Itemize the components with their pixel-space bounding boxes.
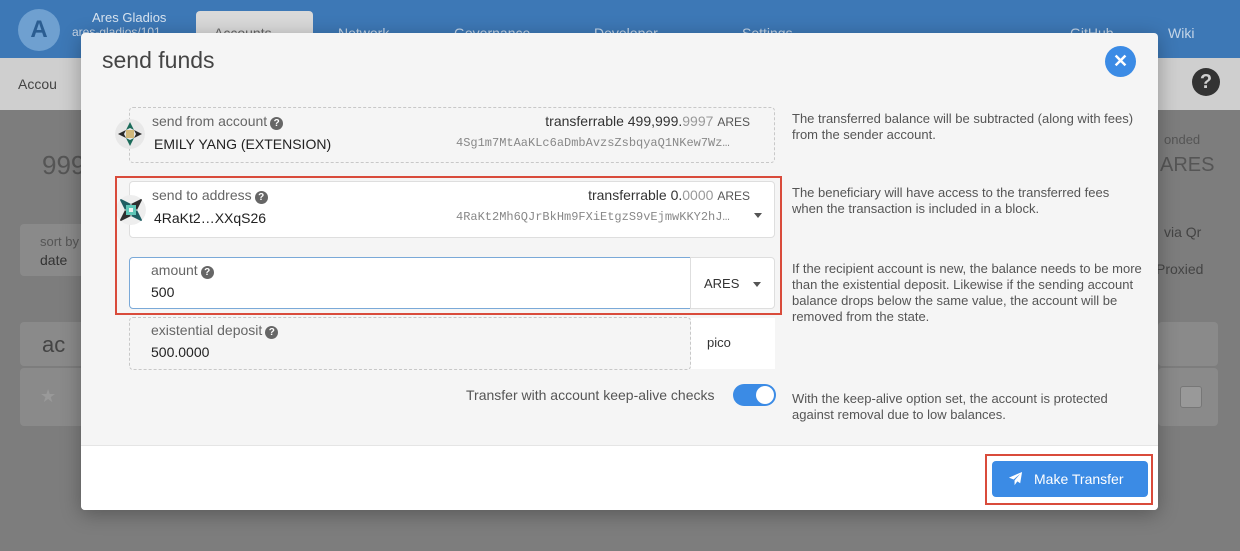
nav-link-wiki[interactable]: Wiki bbox=[1150, 11, 1212, 58]
chain-name: Ares Gladios bbox=[92, 10, 167, 25]
app-logo[interactable]: A bbox=[18, 9, 60, 51]
bg-proxied[interactable]: Proxied bbox=[1156, 261, 1203, 277]
toggle-knob bbox=[756, 386, 774, 404]
help-text-amount: If the recipient account is new, the bal… bbox=[792, 261, 1142, 324]
existential-deposit-label: existential deposit? bbox=[151, 322, 279, 339]
bg-right-card bbox=[1158, 322, 1218, 366]
keep-alive-label: Transfer with account keep-alive checks bbox=[466, 387, 715, 403]
highlight-recipient-amount bbox=[115, 176, 782, 315]
make-transfer-label: Make Transfer bbox=[1034, 471, 1124, 487]
bg-bonded-label: onded bbox=[1164, 132, 1201, 147]
help-text-from: The transferred balance will be subtract… bbox=[792, 111, 1134, 142]
help-question-icon[interactable]: ? bbox=[265, 326, 279, 339]
row-menu-chevron-icon[interactable] bbox=[1180, 386, 1202, 408]
star-icon[interactable]: ★ bbox=[40, 386, 56, 407]
bg-right-row bbox=[1158, 368, 1218, 426]
help-question-icon[interactable]: ? bbox=[270, 117, 284, 130]
keep-alive-toggle[interactable] bbox=[733, 384, 776, 406]
existential-deposit-value: 500.0000 bbox=[151, 344, 210, 360]
close-icon[interactable]: ✕ bbox=[1105, 46, 1136, 77]
existential-unit-value: pico bbox=[707, 335, 731, 350]
send-from-label: send from account? bbox=[152, 113, 284, 130]
send-from-field[interactable]: send from account? transferrable 499,999… bbox=[129, 107, 775, 163]
help-icon[interactable]: ? bbox=[1192, 68, 1220, 96]
existential-deposit-field: existential deposit? 500.0000 bbox=[129, 317, 691, 370]
bg-sort-value: date bbox=[40, 252, 68, 268]
help-text-to: The beneficiary will have access to the … bbox=[792, 185, 1110, 216]
bg-sort-label: sort by bbox=[40, 234, 80, 249]
send-from-account-name: EMILY YANG (EXTENSION) bbox=[154, 136, 332, 152]
make-transfer-button[interactable]: Make Transfer bbox=[992, 461, 1148, 497]
bg-total-balance: 999 bbox=[42, 150, 86, 180]
send-from-address: 4Sg1m7MtAaKLc6aDmbAvzsZsbqyaQ1NKew7Wz… bbox=[456, 136, 730, 150]
help-text-keep-alive: With the keep-alive option set, the acco… bbox=[792, 391, 1108, 422]
send-funds-modal: send funds ✕ send from account? transfer… bbox=[81, 33, 1158, 510]
paper-plane-icon bbox=[1008, 471, 1023, 489]
bg-bonded-unit: ARES bbox=[1160, 154, 1215, 176]
bg-section-title: ac bbox=[42, 332, 66, 357]
sender-identicon-icon bbox=[115, 119, 145, 149]
bg-via-qr[interactable]: via Qr bbox=[1164, 224, 1201, 240]
existential-deposit-unit: pico bbox=[691, 318, 775, 369]
modal-title: send funds bbox=[102, 47, 215, 73]
send-from-transferrable: transferrable 499,999.9997 ARES bbox=[545, 113, 750, 129]
subnav-accounts[interactable]: Accou bbox=[18, 76, 57, 92]
